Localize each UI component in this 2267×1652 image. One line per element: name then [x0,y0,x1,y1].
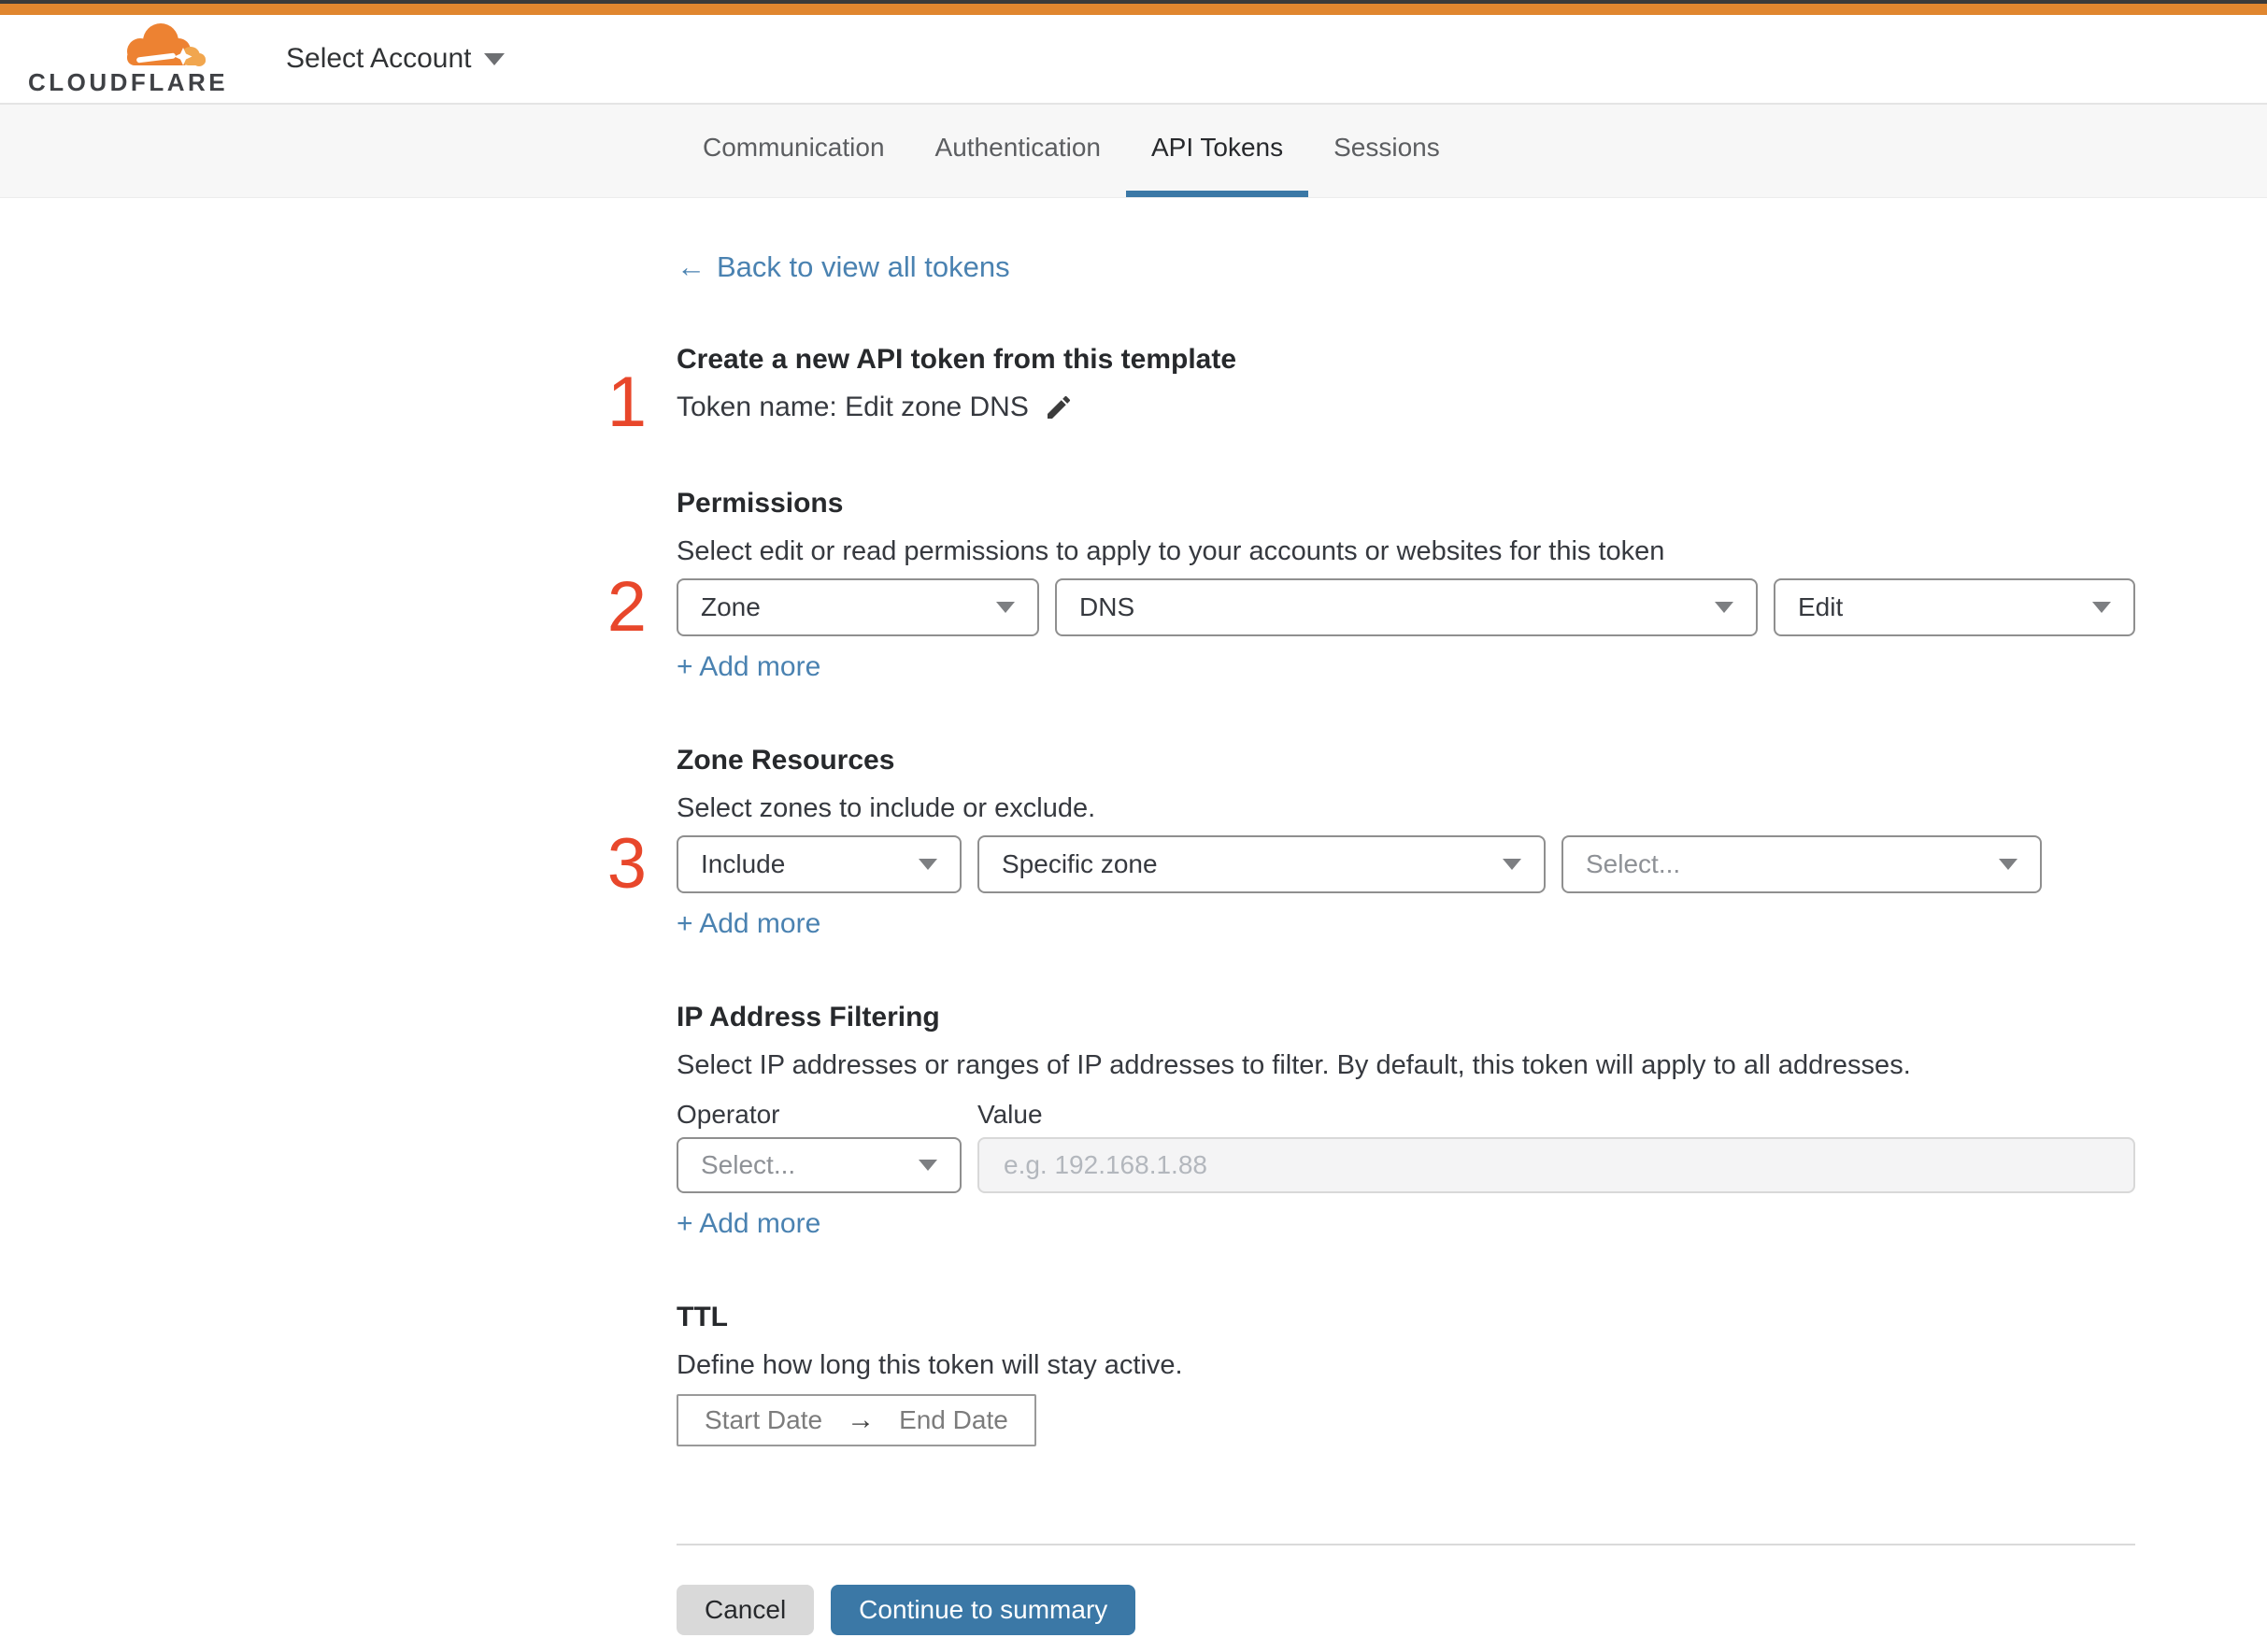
operator-select-dropdown[interactable]: Select... [677,1137,962,1193]
ip-filtering-heading: IP Address Filtering [677,1002,940,1032]
continue-to-summary-button[interactable]: Continue to summary [831,1585,1136,1635]
dropdown-caret-icon [1715,602,1733,613]
dropdown-caret-icon [1999,859,2017,870]
ip-filtering-section: IP Address Filtering Select IP addresses… [677,1000,2135,1240]
zone-resources-section: Zone Resources Select zones to include o… [607,743,2135,940]
ttl-section: TTL Define how long this token will stay… [677,1300,2135,1446]
annotation-step-1: 1 [606,362,647,442]
start-date-placeholder: Start Date [705,1405,823,1434]
ip-value-input[interactable] [977,1137,2135,1193]
ip-filtering-description: Select IP addresses or ranges of IP addr… [677,1050,1911,1080]
zone-specificity-dropdown[interactable]: Specific zone [977,835,1546,893]
permission-level-dropdown[interactable]: Edit [1774,578,2135,636]
account-selector-label: Select Account [286,43,472,74]
tab-bar: Communication Authentication API Tokens … [0,105,2267,198]
zone-resources-add-more-link[interactable]: + Add more [677,908,820,940]
footer-actions: Cancel Continue to summary [677,1585,2135,1635]
zone-include-dropdown[interactable]: Include [677,835,962,893]
ip-filtering-add-more-link[interactable]: + Add more [677,1208,820,1240]
back-arrow-icon: ← [677,250,706,283]
cloudflare-wordmark: CLOUDFLARE [28,67,229,96]
permissions-add-more-link[interactable]: + Add more [677,651,820,683]
operator-label: Operator [677,1100,780,1129]
right-arrow-icon: → [847,1404,876,1435]
cancel-button[interactable]: Cancel [677,1585,815,1635]
permissions-section: Permissions Select edit or read permissi… [607,486,2135,683]
token-name-text: Token name: Edit zone DNS [677,392,1029,422]
chevron-down-icon [484,52,506,65]
zone-select-dropdown[interactable]: Select... [1561,835,2042,893]
dropdown-caret-icon [919,1160,937,1171]
ttl-date-range-picker[interactable]: Start Date → End Date [677,1394,1036,1446]
page-title: Create a new API token from this templat… [677,344,1237,375]
token-name-section: 1 Create a new API token from this templ… [607,342,2135,437]
account-selector[interactable]: Select Account [286,43,506,75]
value-label: Value [977,1100,1043,1129]
back-link-label: Back to view all tokens [717,250,1010,283]
edit-pencil-icon[interactable] [1044,392,1074,422]
permission-scope-dropdown[interactable]: Zone [677,578,1039,636]
zone-resources-heading: Zone Resources [677,745,895,776]
header: CLOUDFLARE Select Account [0,15,2267,105]
annotation-step-2: 2 [606,567,647,647]
cloudflare-logo[interactable]: CLOUDFLARE [28,21,229,97]
tab-sessions[interactable]: Sessions [1308,105,1465,197]
ttl-description: Define how long this token will stay act… [677,1350,1183,1380]
dropdown-caret-icon [919,859,937,870]
tab-api-tokens[interactable]: API Tokens [1126,105,1309,197]
permission-group-dropdown[interactable]: DNS [1055,578,1758,636]
permissions-description: Select edit or read permissions to apply… [677,536,1665,566]
dropdown-caret-icon [996,602,1015,613]
cloudflare-cloud-icon [127,22,206,66]
end-date-placeholder: End Date [899,1405,1008,1434]
permissions-heading: Permissions [677,488,844,519]
tab-authentication[interactable]: Authentication [910,105,1126,197]
dropdown-caret-icon [2092,602,2111,613]
back-to-tokens-link[interactable]: ← Back to view all tokens [677,250,1010,284]
main-content: ← Back to view all tokens 1 Create a new… [0,198,2267,1635]
footer-divider [677,1544,2135,1545]
annotation-step-3: 3 [606,824,647,904]
tab-communication[interactable]: Communication [677,105,910,197]
ttl-heading: TTL [677,1302,728,1332]
dropdown-caret-icon [1503,859,1521,870]
top-orange-strip [0,4,2267,15]
zone-resources-description: Select zones to include or exclude. [677,793,1096,823]
